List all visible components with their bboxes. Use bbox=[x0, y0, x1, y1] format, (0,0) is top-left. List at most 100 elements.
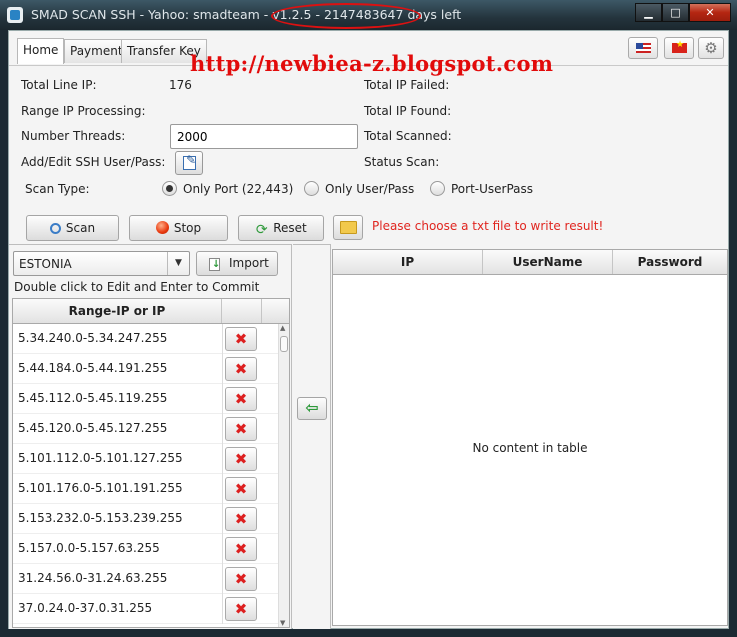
password-column-header[interactable]: Password bbox=[613, 250, 727, 274]
table-row[interactable]: 5.101.112.0-5.101.127.255 ✖ bbox=[13, 444, 279, 474]
delete-row-button[interactable]: ✖ bbox=[225, 417, 257, 441]
table-row[interactable]: 5.34.240.0-5.34.247.255 ✖ bbox=[13, 324, 279, 354]
folder-icon bbox=[340, 221, 357, 234]
watermark-url: http://newbiea-z.blogspot.com bbox=[190, 51, 554, 76]
table-row[interactable]: 31.24.56.0-31.24.63.255 ✖ bbox=[13, 564, 279, 594]
delete-icon: ✖ bbox=[234, 420, 248, 438]
minimize-button[interactable]: ▁ bbox=[635, 3, 662, 22]
scroll-down-icon[interactable]: ▼ bbox=[280, 619, 285, 627]
cell-divider bbox=[222, 414, 223, 444]
delete-row-button[interactable]: ✖ bbox=[225, 507, 257, 531]
vietnamese-flag-button[interactable] bbox=[664, 37, 694, 59]
tab-payment[interactable]: Payment bbox=[64, 39, 129, 63]
range-ip-cell[interactable]: 5.44.184.0-5.44.191.255 bbox=[18, 361, 167, 375]
range-ip-cell[interactable]: 5.157.0.0-5.157.63.255 bbox=[18, 541, 160, 555]
tab-home[interactable]: Home bbox=[17, 38, 65, 64]
arrow-left-icon: ⇦ bbox=[305, 398, 319, 417]
delete-icon: ✖ bbox=[234, 540, 248, 558]
range-ip-cell[interactable]: 37.0.24.0-37.0.31.255 bbox=[18, 601, 152, 615]
close-button[interactable]: ✕ bbox=[689, 3, 731, 22]
window-controls: ▁ □ ✕ bbox=[635, 3, 731, 22]
us-flag-icon bbox=[636, 43, 651, 53]
delete-icon: ✖ bbox=[234, 360, 248, 378]
refresh-icon: ⟳ bbox=[255, 222, 268, 238]
range-scrollbar[interactable]: ▲ ▼ bbox=[278, 324, 289, 627]
delete-icon: ✖ bbox=[234, 450, 248, 468]
total-line-ip-label: Total Line IP: bbox=[21, 78, 97, 92]
maximize-button[interactable]: □ bbox=[662, 3, 689, 22]
chevron-down-icon[interactable]: ▼ bbox=[167, 252, 189, 275]
delete-row-button[interactable]: ✖ bbox=[225, 477, 257, 501]
range-table-header: Range-IP or IP bbox=[13, 299, 289, 324]
highlight-ellipse bbox=[271, 3, 421, 29]
import-button[interactable]: Import bbox=[196, 251, 278, 276]
window-body: Home Payment Transfer Key ⚙ Total Line I… bbox=[8, 30, 729, 629]
table-row[interactable]: 5.153.232.0-5.153.239.255 ✖ bbox=[13, 504, 279, 534]
range-ip-processing-label: Range IP Processing: bbox=[21, 104, 146, 118]
delete-row-button[interactable]: ✖ bbox=[225, 567, 257, 591]
table-row[interactable]: 37.0.24.0-37.0.31.255 ✖ bbox=[13, 594, 279, 624]
ip-column-header[interactable]: IP bbox=[333, 250, 483, 274]
table-row[interactable]: 5.44.184.0-5.44.191.255 ✖ bbox=[13, 354, 279, 384]
delete-row-button[interactable]: ✖ bbox=[225, 597, 257, 621]
search-icon bbox=[49, 223, 61, 234]
country-select[interactable]: ESTONIA ▼ bbox=[13, 251, 190, 276]
home-panel: Total Line IP: 176 Range IP Processing: … bbox=[9, 65, 728, 243]
range-ip-cell[interactable]: 5.101.112.0-5.101.127.255 bbox=[18, 451, 183, 465]
stop-icon bbox=[155, 221, 169, 234]
delete-row-button[interactable]: ✖ bbox=[225, 447, 257, 471]
table-row[interactable]: 5.101.176.0-5.101.191.255 ✖ bbox=[13, 474, 279, 504]
cell-divider bbox=[222, 564, 223, 594]
range-ip-cell[interactable]: 5.34.240.0-5.34.247.255 bbox=[18, 331, 167, 345]
edit-ssh-button[interactable] bbox=[175, 151, 203, 175]
reset-button[interactable]: ⟳ Reset bbox=[238, 215, 324, 241]
gear-icon: ⚙ bbox=[704, 39, 718, 57]
import-icon bbox=[209, 258, 220, 271]
move-left-button[interactable]: ⇦ bbox=[297, 397, 327, 420]
username-column-header[interactable]: UserName bbox=[483, 250, 613, 274]
cell-divider bbox=[222, 504, 223, 534]
radio-only-port-label[interactable]: Only Port (22,443) bbox=[183, 182, 293, 196]
radio-port-userpass-label[interactable]: Port-UserPass bbox=[451, 182, 533, 196]
range-ip-cell[interactable]: 5.153.232.0-5.153.239.255 bbox=[18, 511, 183, 525]
range-column-header: Range-IP or IP bbox=[13, 299, 222, 323]
number-threads-input[interactable] bbox=[170, 124, 358, 149]
stop-button[interactable]: Stop bbox=[129, 215, 228, 241]
status-scan-label: Status Scan: bbox=[364, 155, 440, 169]
cell-divider bbox=[222, 324, 223, 354]
radio-port-userpass[interactable] bbox=[430, 181, 445, 196]
delete-row-button[interactable]: ✖ bbox=[225, 387, 257, 411]
scroll-up-icon[interactable]: ▲ bbox=[280, 324, 285, 332]
result-table-header: IP UserName Password bbox=[333, 250, 727, 275]
range-ip-cell[interactable]: 5.45.112.0-5.45.119.255 bbox=[18, 391, 167, 405]
english-flag-button[interactable] bbox=[628, 37, 658, 59]
cell-divider bbox=[222, 474, 223, 504]
delete-row-button[interactable]: ✖ bbox=[225, 327, 257, 351]
country-value: ESTONIA bbox=[19, 257, 72, 271]
cell-divider bbox=[222, 354, 223, 384]
app-icon bbox=[7, 7, 23, 23]
table-row[interactable]: 5.157.0.0-5.157.63.255 ✖ bbox=[13, 534, 279, 564]
range-pane: ESTONIA ▼ Import Double click to Edit an… bbox=[9, 244, 292, 629]
delete-icon: ✖ bbox=[234, 510, 248, 528]
delete-row-button[interactable]: ✖ bbox=[225, 357, 257, 381]
choose-file-button[interactable] bbox=[333, 215, 363, 240]
radio-only-userpass[interactable] bbox=[304, 181, 319, 196]
settings-button[interactable]: ⚙ bbox=[698, 37, 724, 59]
range-ip-cell[interactable]: 31.24.56.0-31.24.63.255 bbox=[18, 571, 167, 585]
cell-divider bbox=[222, 444, 223, 474]
range-ip-cell[interactable]: 5.45.120.0-5.45.127.255 bbox=[18, 421, 167, 435]
radio-only-port[interactable] bbox=[162, 181, 177, 196]
table-row[interactable]: 5.45.112.0-5.45.119.255 ✖ bbox=[13, 384, 279, 414]
delete-icon: ✖ bbox=[234, 480, 248, 498]
delete-column-header bbox=[222, 299, 262, 323]
delete-icon: ✖ bbox=[234, 600, 248, 618]
range-ip-cell[interactable]: 5.101.176.0-5.101.191.255 bbox=[18, 481, 183, 495]
delete-row-button[interactable]: ✖ bbox=[225, 537, 257, 561]
scan-button[interactable]: Scan bbox=[26, 215, 119, 241]
total-scanned-label: Total Scanned: bbox=[364, 129, 452, 143]
table-row[interactable]: 5.45.120.0-5.45.127.255 ✖ bbox=[13, 414, 279, 444]
scan-type-label: Scan Type: bbox=[25, 182, 90, 196]
scroll-thumb[interactable] bbox=[280, 336, 288, 352]
radio-only-userpass-label[interactable]: Only User/Pass bbox=[325, 182, 414, 196]
